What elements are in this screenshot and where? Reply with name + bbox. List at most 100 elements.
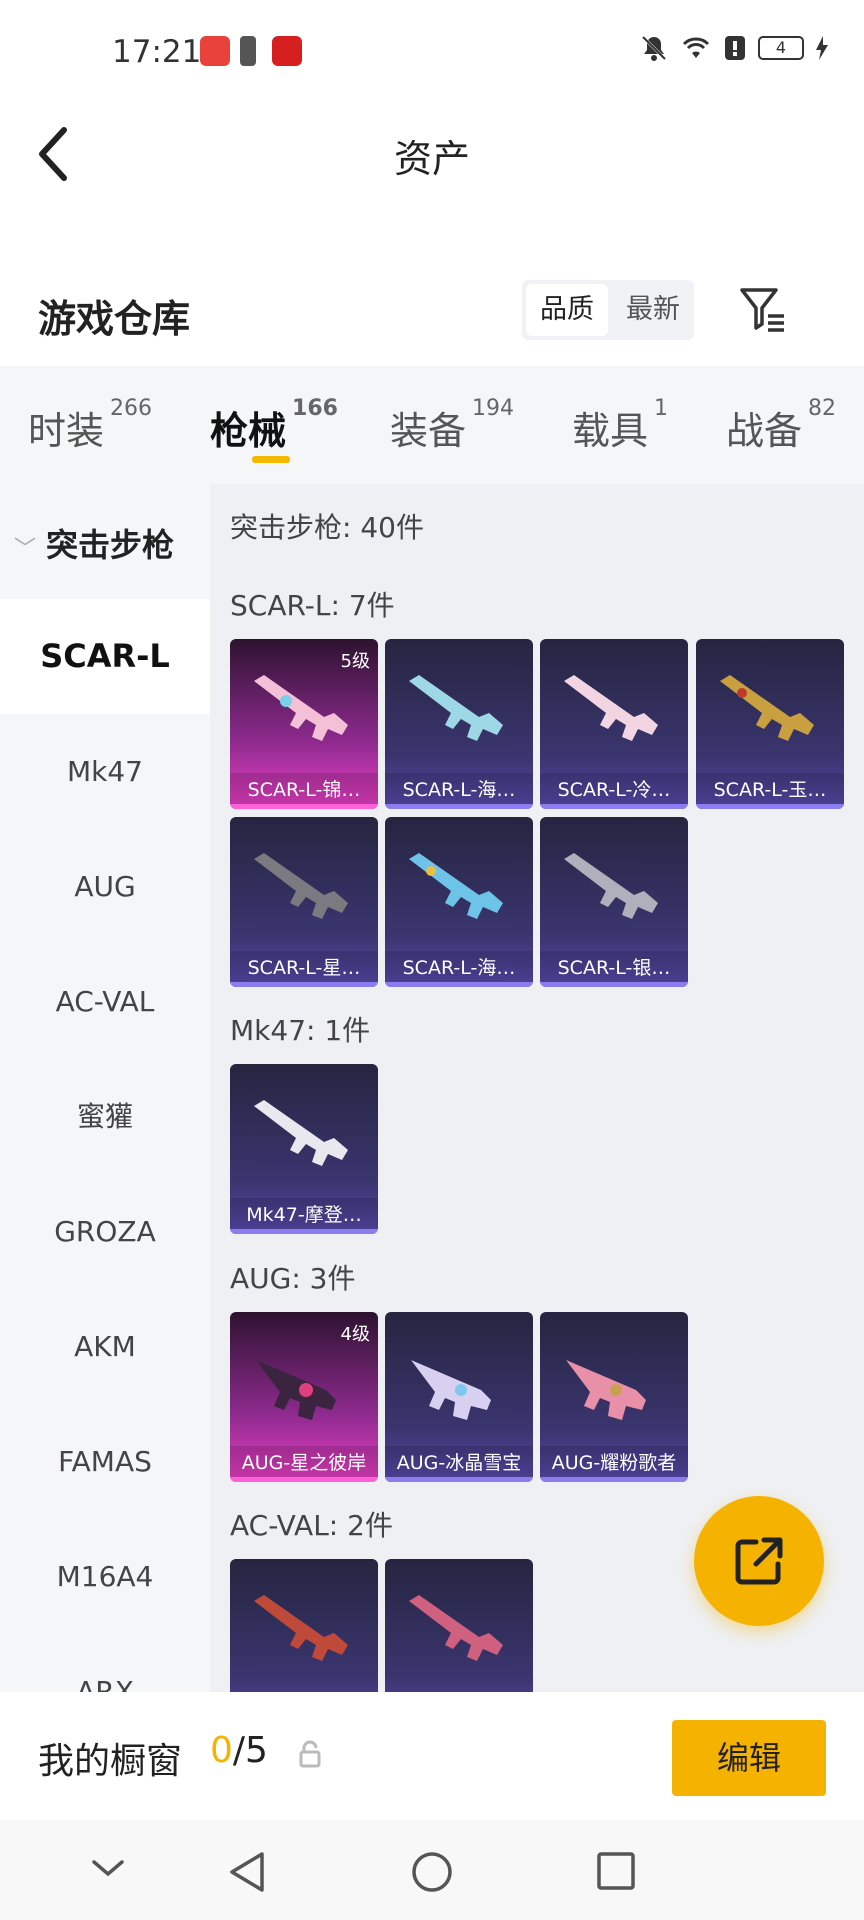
recents-square-icon[interactable] — [595, 1850, 637, 1892]
sidebar-item-m16a4[interactable]: M16A4 — [0, 1519, 210, 1634]
rifle-icon — [566, 1360, 646, 1420]
rifle-icon — [409, 853, 503, 919]
sidebar-item-arx[interactable]: ARX — [0, 1634, 210, 1692]
rarity-bar — [230, 804, 378, 809]
system-nav-bar — [0, 1820, 864, 1920]
rifle-icon — [720, 675, 814, 741]
sidebar-item-akm[interactable]: AKM — [0, 1289, 210, 1404]
rifle-icon — [564, 853, 658, 919]
filter-icon[interactable] — [738, 284, 788, 334]
sidebar-item-ac-val[interactable]: AC-VAL — [0, 944, 210, 1059]
showcase-label: 我的橱窗 — [38, 1741, 183, 1782]
chevron-down-icon: ﹀ — [14, 537, 37, 562]
rarity-bar — [540, 804, 688, 809]
sidebar-item-famas[interactable]: FAMAS — [0, 1404, 210, 1519]
rifle-icon — [254, 675, 348, 741]
sidebar-item-aug[interactable]: AUG — [0, 829, 210, 944]
showcase-count: 0/5 — [210, 1730, 268, 1771]
title-bar: 资产 — [0, 100, 864, 210]
tab-label: 装备 — [390, 409, 467, 453]
rifle-icon — [411, 1360, 491, 1420]
tab-count: 266 — [110, 396, 153, 421]
tab-tactical[interactable]: 战备82 — [726, 396, 836, 455]
sidebar-category-label: 突击步枪 — [46, 526, 175, 564]
sidebar-item-groza[interactable]: GROZA — [0, 1174, 210, 1289]
rarity-bar — [385, 1477, 533, 1482]
rarity-bar — [230, 982, 378, 987]
edit-button[interactable]: 编辑 — [672, 1720, 826, 1796]
back-triangle-icon[interactable] — [226, 1850, 268, 1894]
sort-quality[interactable]: 品质 — [526, 284, 608, 336]
weapon-card[interactable]: AUG-冰晶雪宝 — [385, 1312, 533, 1482]
tab-count: 82 — [808, 396, 837, 421]
huawei-app-icon — [200, 36, 230, 66]
section-title: AC-VAL: 2件 — [230, 1509, 393, 1542]
weapon-card[interactable] — [385, 1559, 533, 1692]
weapon-card[interactable] — [230, 1559, 378, 1692]
sort-toggle: 品质 最新 — [522, 280, 694, 340]
red-app-icon — [272, 36, 302, 66]
battery-indicator: 4 — [758, 36, 804, 60]
rarity-bar — [385, 982, 533, 987]
page-title: 资产 — [393, 137, 470, 181]
weapon-sidebar: ﹀ 突击步枪 SCAR-L Mk47 AUG AC-VAL 蜜獾 GROZA AK… — [0, 484, 210, 1692]
rifle-icon — [409, 1595, 503, 1661]
category-tabs: 时装266 枪械166 装备194 载具1 战备82 — [0, 366, 864, 484]
weapon-card[interactable]: SCAR-L-银… — [540, 817, 688, 987]
tab-label: 枪械 — [210, 409, 287, 453]
tab-equipment[interactable]: 装备194 — [390, 396, 514, 455]
tab-count: 1 — [654, 396, 669, 421]
rifle-icon — [256, 1360, 336, 1420]
warehouse-header: 游戏仓库 品质 最新 — [0, 270, 864, 350]
weapon-card[interactable]: 4级 AUG-星之彼岸 — [230, 1312, 378, 1482]
sidebar-item-mk47[interactable]: Mk47 — [0, 714, 210, 829]
rifle-icon — [409, 675, 503, 741]
sidebar-item-scar-l[interactable]: SCAR-L — [0, 599, 210, 714]
weapon-card[interactable]: AUG-耀粉歌者 — [540, 1312, 688, 1482]
tab-fashion[interactable]: 时装266 — [28, 396, 152, 455]
sidebar-item-honey-badger[interactable]: 蜜獾 — [0, 1059, 210, 1174]
wifi-icon — [682, 37, 710, 58]
section-title: SCAR-L: 7件 — [230, 589, 395, 622]
rifle-icon — [254, 853, 348, 919]
status-bar: 17:21 4 — [0, 0, 864, 100]
weapon-card[interactable]: SCAR-L-星… — [230, 817, 378, 987]
tab-label: 战备 — [726, 409, 803, 453]
sidebar-category[interactable]: ﹀ 突击步枪 — [14, 520, 174, 566]
rarity-bar — [540, 982, 688, 987]
tab-label: 时装 — [28, 409, 105, 453]
weapon-card[interactable]: 5级 SCAR-L-锦… — [230, 639, 378, 809]
chevron-down-icon[interactable] — [90, 1856, 126, 1880]
weapon-card[interactable]: SCAR-L-玉… — [696, 639, 844, 809]
rifle-icon — [254, 1100, 348, 1166]
rarity-bar — [696, 804, 844, 809]
rarity-bar — [230, 1477, 378, 1482]
weapon-card[interactable]: SCAR-L-冷… — [540, 639, 688, 809]
showcase-total: /5 — [232, 1730, 268, 1771]
section-title: Mk47: 1件 — [230, 1014, 371, 1047]
status-time: 17:21 — [112, 34, 202, 70]
home-circle-icon[interactable] — [410, 1850, 454, 1894]
showcase-bar: 我的橱窗 0/5 编辑 — [0, 1692, 864, 1820]
rarity-bar — [385, 804, 533, 809]
tab-firearms[interactable]: 枪械166 — [210, 396, 338, 455]
warehouse-title: 游戏仓库 — [38, 297, 191, 341]
weapon-card[interactable]: Mk47-摩登… — [230, 1064, 378, 1234]
weapon-card[interactable]: SCAR-L-海… — [385, 639, 533, 809]
rifle-icon — [564, 675, 658, 741]
bell-off-icon — [641, 35, 667, 61]
rarity-bar — [540, 1477, 688, 1482]
lock-icon — [299, 1740, 321, 1768]
rifle-icon — [254, 1595, 348, 1661]
share-icon — [735, 1537, 783, 1585]
tab-vehicles[interactable]: 载具1 — [572, 396, 668, 455]
weapon-card[interactable]: SCAR-L-海… — [385, 817, 533, 987]
tab-count: 166 — [292, 396, 338, 421]
showcase-current: 0 — [210, 1730, 233, 1771]
charging-icon — [816, 36, 828, 60]
share-button[interactable] — [694, 1496, 824, 1626]
sort-newest[interactable]: 最新 — [612, 280, 694, 340]
alert-icon — [725, 36, 745, 60]
rarity-bar — [230, 1229, 378, 1234]
category-summary: 突击步枪: 40件 — [230, 511, 424, 544]
